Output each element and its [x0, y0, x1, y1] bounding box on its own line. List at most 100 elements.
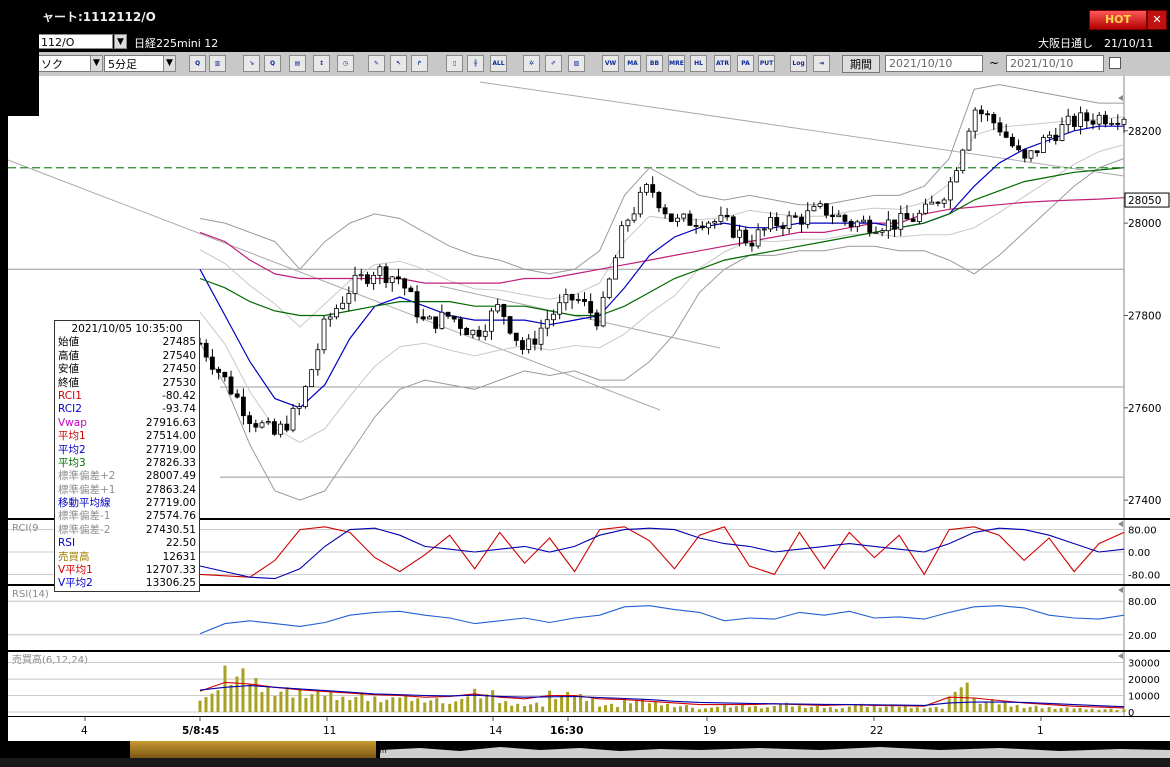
chevron-down-icon[interactable]: ▼: [163, 55, 176, 72]
candle-icon[interactable]: ▯: [446, 55, 463, 72]
settings-icon[interactable]: ✲: [523, 55, 540, 72]
chart-icon[interactable]: ▤: [289, 55, 306, 72]
chart-type-select[interactable]: ソク: [37, 55, 91, 72]
volume-bar: [404, 694, 408, 712]
candle-body: [966, 130, 972, 151]
hl-icon[interactable]: HL: [690, 55, 707, 72]
candle-body: [625, 219, 631, 227]
y-tick-label: 80.00: [1128, 597, 1157, 608]
chart-area[interactable]: 28200 28000 27800 27600 27400 28050 RCI(9 80.00…: [0, 76, 1170, 767]
info-value: 12707.33: [145, 564, 196, 577]
hot-button[interactable]: HOT: [1089, 10, 1147, 30]
color-icon[interactable]: ▨: [568, 55, 585, 72]
vwap-icon[interactable]: VW: [602, 55, 619, 72]
volume-bar: [498, 703, 502, 712]
all-icon[interactable]: ALL: [490, 55, 507, 72]
volume-bar: [1090, 708, 1094, 712]
put-icon[interactable]: PUT: [758, 55, 775, 72]
candle-body: [383, 266, 389, 283]
volume-bar: [310, 694, 314, 712]
grid-icon[interactable]: ▥: [209, 55, 226, 72]
candle-body: [501, 304, 507, 317]
info-label: 標準偏差-1: [58, 510, 111, 523]
candle-body: [656, 192, 662, 209]
volume-bar: [660, 705, 664, 712]
volume-bar: [1028, 706, 1032, 712]
time-scrollbar[interactable]: |||: [0, 741, 1170, 758]
chevron-down-icon[interactable]: ▼: [90, 55, 103, 72]
candle-body: [526, 338, 532, 350]
volume-bar: [248, 684, 252, 712]
scrollbar-thumb[interactable]: |||: [130, 741, 387, 758]
candle-body: [997, 122, 1003, 133]
chevron-down-icon[interactable]: ▼: [114, 34, 127, 49]
candle-body: [885, 219, 891, 232]
volume-bar: [1015, 704, 1019, 712]
ticker-icon[interactable]: ↕: [313, 55, 330, 72]
candle-body: [972, 109, 978, 132]
volume-bar: [734, 706, 738, 712]
date-range-checkbox[interactable]: [1109, 57, 1121, 69]
mre-icon[interactable]: MRE: [668, 55, 685, 72]
trend-icon[interactable]: ↘: [243, 55, 260, 72]
volume-bar: [840, 708, 844, 712]
search-icon[interactable]: Q: [264, 55, 281, 72]
period-button[interactable]: 期間: [842, 55, 880, 73]
pointer-icon[interactable]: ↖: [390, 55, 407, 72]
date-from-input[interactable]: 2021/10/10: [885, 55, 983, 72]
interval-select[interactable]: 5分足: [104, 55, 164, 72]
symbol-code-input[interactable]: 112/O: [37, 34, 113, 49]
volume-bar: [772, 706, 776, 712]
info-row: 始値 27485: [58, 336, 196, 349]
volume-bar: [304, 698, 308, 712]
clock-icon[interactable]: ◷: [337, 55, 354, 72]
tool-icon[interactable]: ✐: [545, 55, 562, 72]
candle-body: [687, 213, 693, 226]
candle-body: [1040, 137, 1046, 153]
candle-body: [916, 212, 922, 222]
candle-body: [513, 332, 519, 341]
candle-body: [1084, 112, 1090, 122]
candle-body: [774, 217, 780, 227]
candle-body: [706, 222, 711, 229]
candle-body: [681, 213, 687, 219]
volume-bar: [379, 702, 383, 712]
volume-bar: [566, 691, 570, 712]
bb-icon[interactable]: BB: [646, 55, 663, 72]
volume-bar: [1034, 705, 1038, 712]
bar-icon[interactable]: ╫: [467, 55, 484, 72]
volume-bar: [897, 706, 901, 712]
candle-body: [861, 219, 866, 223]
info-value: -93.74: [162, 403, 196, 416]
zoom-icon[interactable]: Q: [189, 55, 206, 72]
info-value: 13306.25: [145, 577, 196, 590]
candle-body: [396, 276, 401, 280]
candle-body: [588, 301, 594, 314]
candle-body: [873, 231, 879, 234]
window-title: ャート:1112112/O: [42, 10, 156, 24]
candle-body: [389, 276, 395, 283]
volume-bar: [429, 700, 433, 712]
info-value: 12631: [162, 550, 196, 563]
volume-bar: [815, 705, 819, 712]
info-label: Vwap: [58, 416, 87, 429]
candle-body: [582, 298, 587, 302]
candle-body: [451, 315, 457, 320]
info-value: 27719.00: [145, 497, 196, 510]
atr-icon[interactable]: ATR: [714, 55, 731, 72]
arrow-icon[interactable]: ↱: [411, 55, 428, 72]
volume-bar: [273, 696, 277, 712]
para-icon[interactable]: PA: [737, 55, 754, 72]
close-button[interactable]: ✕: [1147, 10, 1167, 30]
pen-icon[interactable]: ✎: [368, 55, 385, 72]
export-icon[interactable]: ⇥: [813, 55, 830, 72]
info-label: RCI2: [58, 403, 82, 416]
candle-body: [743, 229, 749, 244]
volume-bar: [678, 706, 682, 712]
volume-bar: [341, 696, 345, 712]
volume-bar: [847, 706, 851, 712]
date-to-input[interactable]: 2021/10/10: [1006, 55, 1104, 72]
ma-icon[interactable]: MA: [624, 55, 641, 72]
volume-bar: [485, 694, 489, 712]
log-icon[interactable]: Log: [790, 55, 807, 72]
